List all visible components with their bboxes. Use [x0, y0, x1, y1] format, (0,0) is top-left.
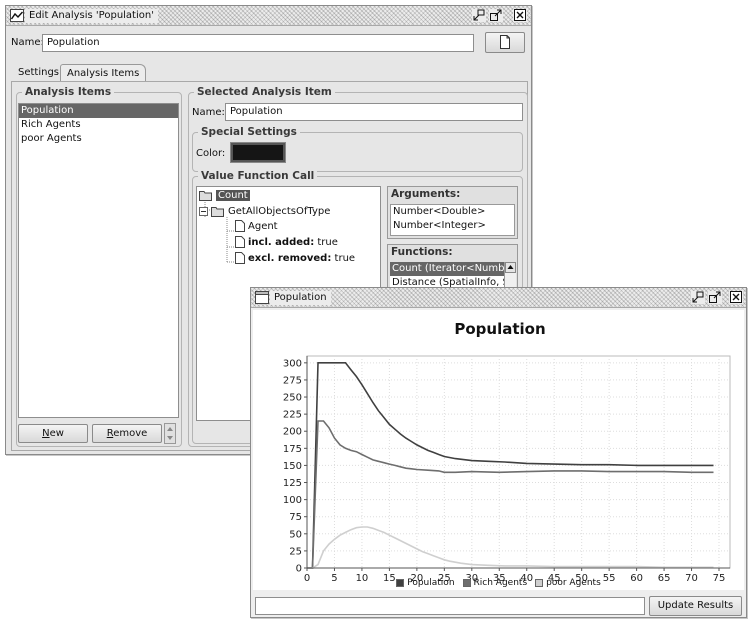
color-swatch-button[interactable]	[230, 142, 286, 163]
collapse-icon	[199, 206, 208, 216]
y-tick-label: 300	[283, 358, 302, 369]
plot-background	[306, 355, 731, 569]
analysis-name-field[interactable]: Population	[42, 34, 474, 52]
chart-command-field[interactable]	[255, 597, 645, 615]
remove-item-button[interactable]: Remove	[92, 424, 162, 443]
maximize-icon	[490, 9, 502, 21]
selected-name-label: Name:	[192, 107, 225, 118]
value-function-call-title: Value Function Call	[198, 169, 318, 183]
folder-open-icon	[211, 206, 224, 217]
list-item-poor-agents[interactable]: poor Agents	[19, 132, 178, 146]
y-tick-label: 150	[283, 461, 302, 472]
excl-removed-value: true	[334, 253, 356, 264]
legend-item: Rich Agents	[462, 578, 528, 588]
window-icon	[255, 291, 269, 304]
tree-node-excl-removed[interactable]: excl. removed: true	[235, 252, 355, 266]
legend-label: Rich Agents	[473, 578, 528, 588]
maximize-icon	[709, 291, 721, 303]
document-icon	[235, 252, 245, 264]
functions-title: Functions:	[388, 245, 517, 259]
editor-close-button[interactable]	[513, 9, 527, 22]
chart-title: Population	[454, 320, 545, 338]
chart-maximize-button[interactable]	[708, 291, 722, 304]
y-tick-label: 250	[283, 393, 302, 404]
tree-node-incl-added[interactable]: incl. added: true	[235, 236, 338, 250]
editor-title: Edit Analysis 'Population'	[25, 9, 158, 23]
arrow-up-down-icon	[167, 427, 173, 440]
tab-bar: Settings Analysis Items	[13, 64, 273, 82]
color-label: Color:	[196, 148, 226, 159]
legend-item: poor Agents	[535, 578, 601, 588]
close-icon	[514, 9, 526, 21]
y-tick-label: 125	[283, 478, 302, 489]
legend-swatch	[396, 579, 405, 587]
arguments-title: Arguments:	[388, 187, 517, 201]
y-tick-label: 100	[283, 495, 302, 506]
tree-node-getallobjects-label: GetAllObjectsOfType	[228, 206, 331, 217]
tree-node-agent[interactable]: Agent	[235, 220, 278, 234]
list-item-population[interactable]: Population	[19, 104, 178, 118]
chart-legend: Population Rich Agents poor Agents	[253, 578, 744, 590]
tab-settings-label: Settings	[18, 67, 60, 78]
close-icon	[730, 291, 742, 303]
document-icon	[235, 236, 245, 248]
y-tick-label: 175	[283, 444, 302, 455]
restore-icon	[692, 291, 704, 303]
analysis-items-list[interactable]: Population Rich Agents poor Agents	[18, 103, 179, 418]
population-line-chart: Population 0 25 50 75 100 125 150 175 200 225 250 2…	[283, 320, 731, 584]
y-tick-label: 200	[283, 427, 302, 438]
reorder-spinner[interactable]	[164, 423, 176, 444]
restore-icon	[473, 9, 485, 21]
chart-area: Population 0 25 50 75 100 125 150 175 200 225 250 2…	[253, 310, 744, 590]
legend-label: Population	[407, 578, 455, 588]
tab-analysis-items[interactable]: Analysis Items	[60, 64, 147, 82]
new-label-rest: ew	[49, 428, 64, 439]
y-tick-label: 50	[289, 529, 302, 540]
incl-added-key: incl. added:	[248, 237, 315, 248]
tab-analysis-items-label: Analysis Items	[67, 68, 140, 79]
y-tick-label: 225	[283, 410, 302, 421]
function-item[interactable]: Count (Iterator<Number<	[390, 262, 504, 276]
chart-window-title: Population	[270, 291, 331, 305]
document-icon	[500, 35, 510, 49]
legend-label: poor Agents	[546, 578, 601, 588]
selected-item-name-field[interactable]: Population	[225, 103, 523, 121]
chart-restore-button[interactable]	[691, 291, 705, 304]
tree-node-getallobjects[interactable]: GetAllObjectsOfType	[199, 205, 330, 219]
arguments-panel: Arguments: Number<Double> Number<Integer…	[387, 186, 518, 239]
y-tick-label: 75	[289, 512, 302, 523]
y-tick-label: 0	[296, 564, 302, 575]
scroll-up-icon[interactable]	[505, 262, 516, 273]
legend-item: Population	[396, 578, 455, 588]
editor-maximize-button[interactable]	[489, 9, 503, 22]
tree-node-agent-label: Agent	[248, 221, 278, 232]
name-label: Name:	[11, 37, 44, 48]
chart-line-icon	[10, 9, 24, 22]
remove-label-rest: emove	[113, 428, 148, 439]
legend-swatch	[462, 579, 471, 587]
new-document-button[interactable]	[485, 32, 525, 53]
editor-restore-button[interactable]	[472, 9, 486, 22]
legend-swatch	[535, 579, 544, 587]
new-mnemonic: N	[42, 428, 50, 439]
document-icon	[235, 220, 245, 232]
selected-item-title: Selected Analysis Item	[194, 85, 335, 99]
incl-added-value: true	[317, 237, 338, 248]
update-results-button[interactable]: Update Results	[649, 596, 742, 616]
argument-item[interactable]: Number<Double>	[391, 205, 514, 219]
list-item-rich-agents[interactable]: Rich Agents	[19, 118, 178, 132]
y-tick-label: 25	[289, 546, 302, 557]
excl-removed-key: excl. removed:	[248, 253, 332, 264]
special-settings-title: Special Settings	[198, 125, 300, 139]
analysis-items-title: Analysis Items	[22, 85, 115, 99]
arguments-list[interactable]: Number<Double> Number<Integer>	[390, 204, 515, 236]
tab-settings[interactable]: Settings	[13, 65, 66, 81]
argument-item[interactable]: Number<Integer>	[391, 219, 514, 233]
y-tick-label: 275	[283, 375, 302, 386]
chart-close-button[interactable]	[729, 291, 743, 304]
population-chart-window: Population Population 0 25 50 75 100 125 150 17…	[250, 287, 747, 618]
new-item-button[interactable]: New	[18, 424, 88, 443]
